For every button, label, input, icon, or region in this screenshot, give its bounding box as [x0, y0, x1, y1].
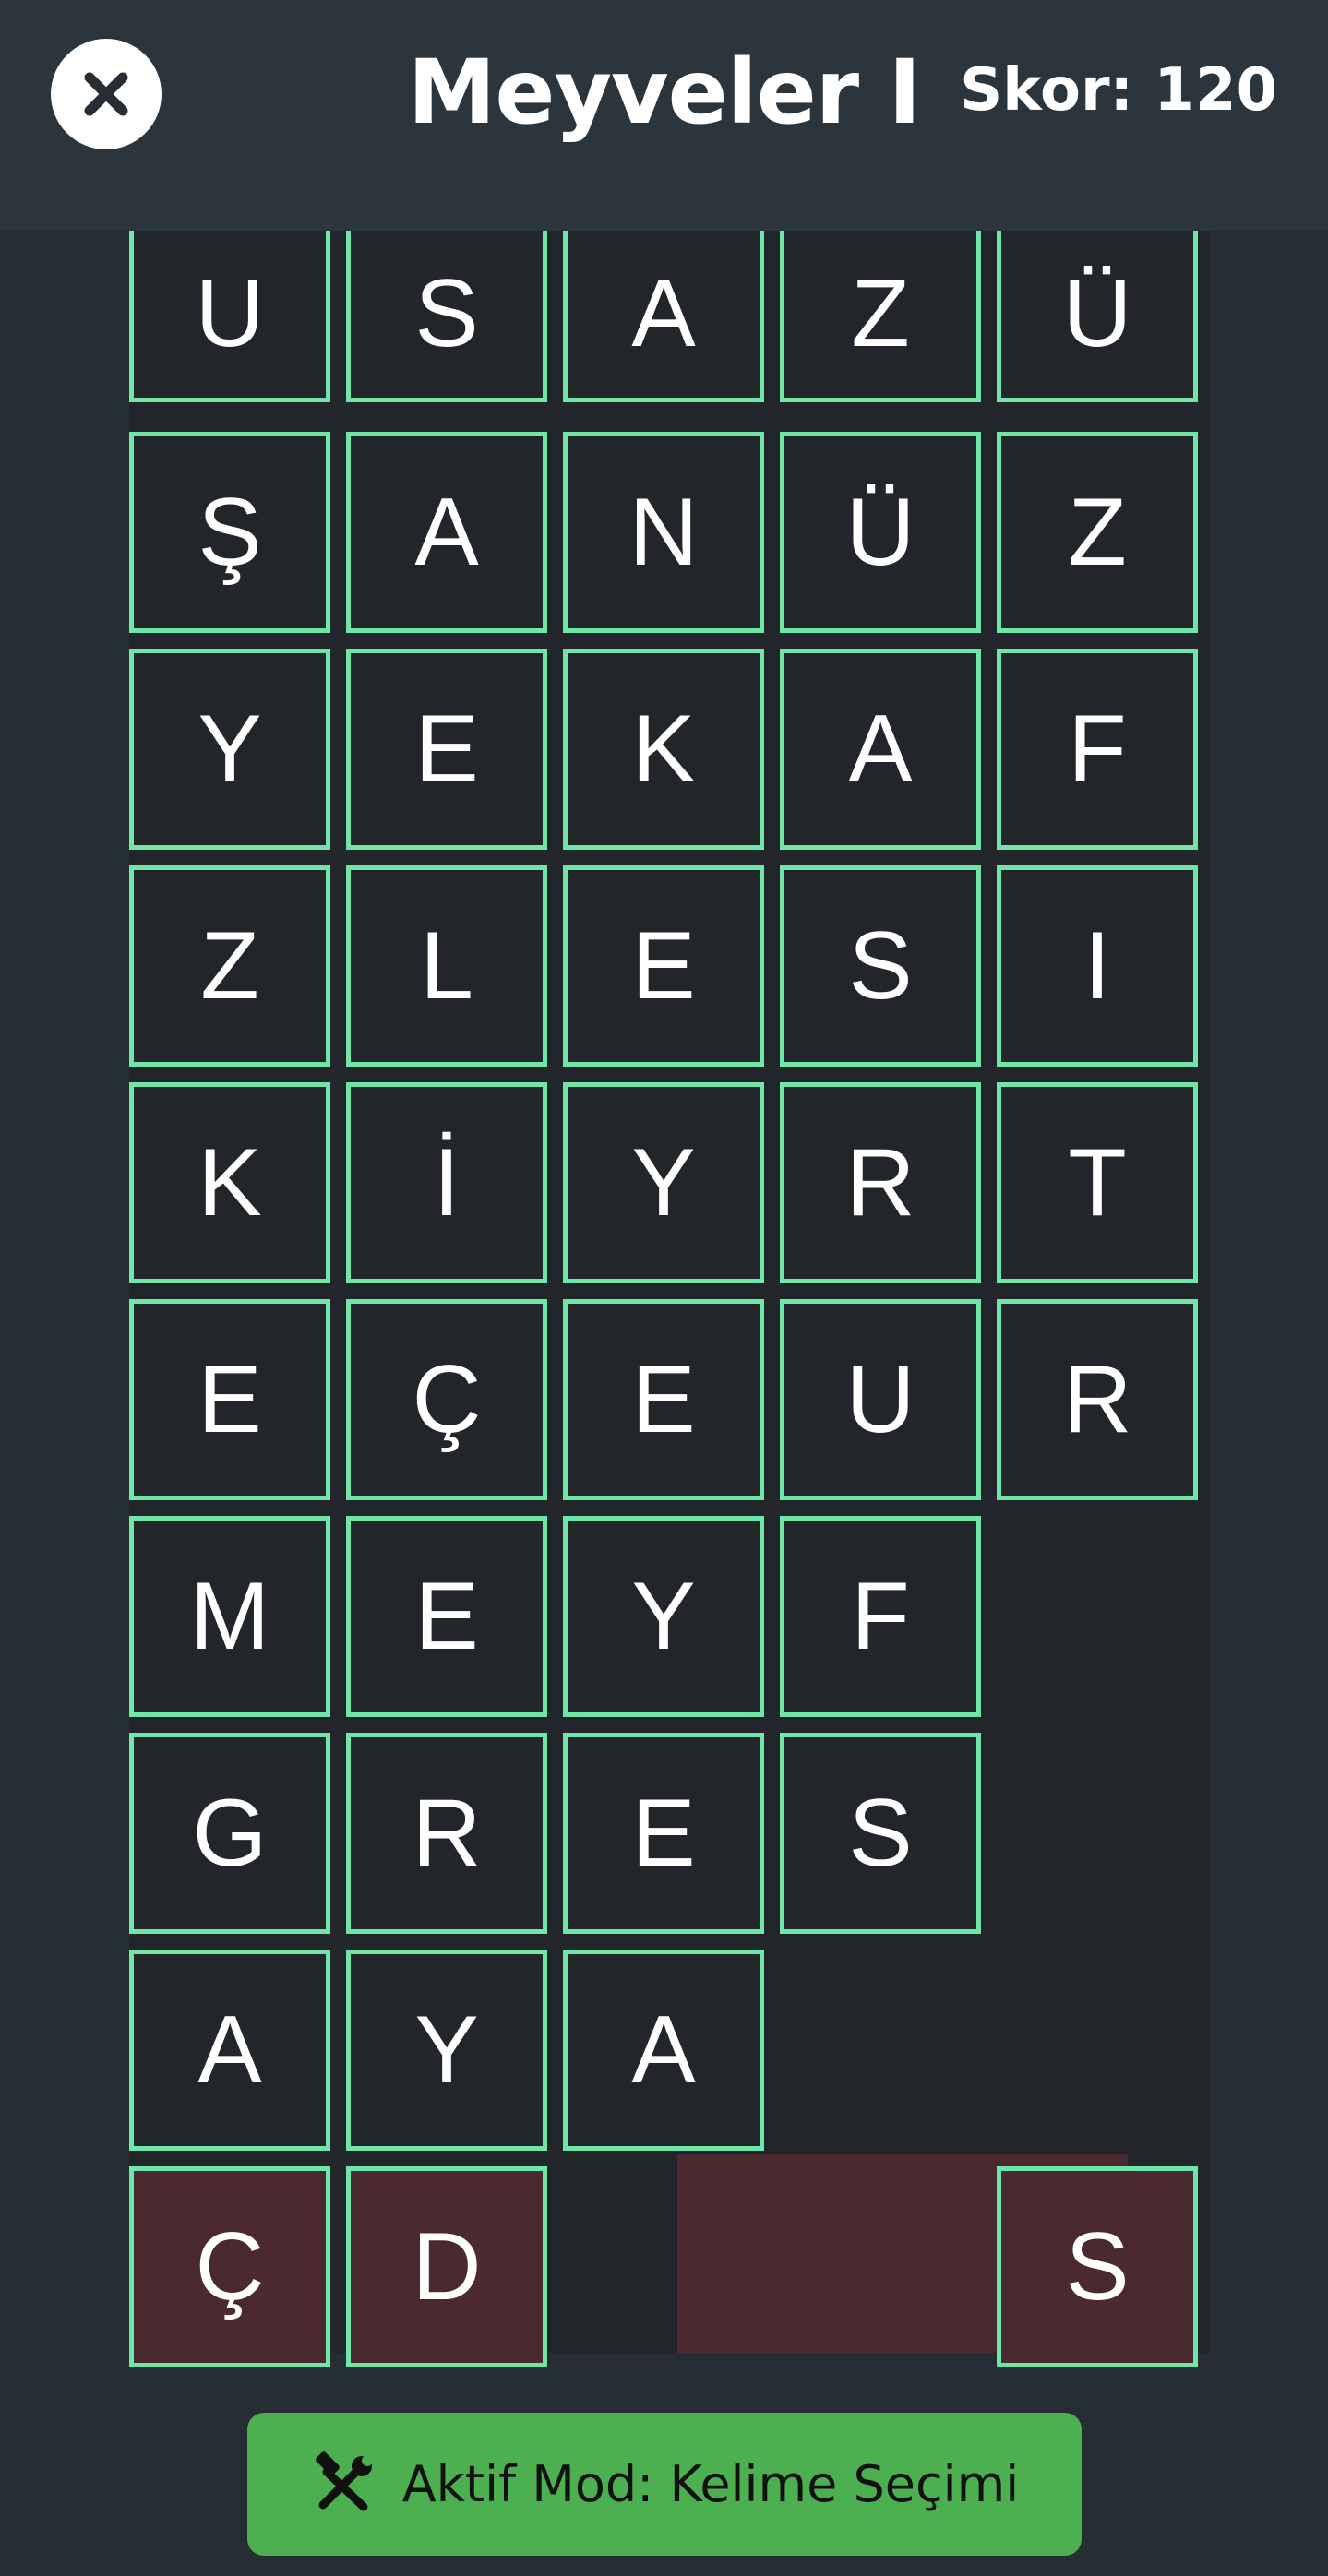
active-mode-button[interactable]: Aktif Mod: Kelime Seçimi: [247, 2413, 1082, 2556]
letter-tile[interactable]: Ç: [129, 2166, 330, 2367]
letter-tile[interactable]: U: [780, 1299, 981, 1500]
letter-tile[interactable]: A: [780, 649, 981, 850]
letter-tile[interactable]: E: [129, 1299, 330, 1500]
letter-tile[interactable]: Ü: [997, 231, 1198, 402]
letter-tile[interactable]: S: [780, 865, 981, 1067]
score-label: Skor: 120: [960, 56, 1277, 125]
letter-tile[interactable]: S: [780, 1733, 981, 1934]
letter-tile[interactable]: S: [997, 2166, 1198, 2367]
letter-tile[interactable]: Ç: [346, 1299, 547, 1500]
letter-tile[interactable]: Z: [780, 231, 981, 402]
letter-tile[interactable]: Y: [129, 649, 330, 850]
letter-tile[interactable]: N: [563, 432, 764, 633]
letter-tile[interactable]: Y: [563, 1516, 764, 1717]
letter-tile[interactable]: K: [129, 1082, 330, 1283]
letter-tile[interactable]: D: [346, 2166, 547, 2367]
letter-tile[interactable]: A: [346, 432, 547, 633]
letter-tile[interactable]: F: [780, 1516, 981, 1717]
letter-tile[interactable]: A: [563, 1950, 764, 2151]
letter-tile[interactable]: U: [129, 231, 330, 402]
letter-tile[interactable]: R: [346, 1733, 547, 1934]
letter-tile[interactable]: F: [997, 649, 1198, 850]
letter-tile[interactable]: Z: [129, 865, 330, 1067]
header-bar: Meyveler I Skor: 120: [0, 0, 1328, 231]
letter-tile[interactable]: İ: [346, 1082, 547, 1283]
letter-tile[interactable]: S: [346, 231, 547, 402]
letter-tile[interactable]: R: [997, 1299, 1198, 1500]
letter-tile[interactable]: R: [780, 1082, 981, 1283]
letter-tile[interactable]: E: [563, 1299, 764, 1500]
letter-tile[interactable]: E: [563, 1733, 764, 1934]
letter-tile[interactable]: E: [563, 865, 764, 1067]
letter-tile[interactable]: T: [997, 1082, 1198, 1283]
letter-tile[interactable]: I: [997, 865, 1198, 1067]
letter-tile[interactable]: Y: [563, 1082, 764, 1283]
letter-grid: USAZÜŞANÜZYEKAFZLESIKİYRTEÇEURMEYFGRESAY…: [129, 231, 1209, 2367]
active-mode-label: Aktif Mod: Kelime Seçimi: [401, 2455, 1020, 2513]
letter-tile[interactable]: Z: [997, 432, 1198, 633]
letter-tile[interactable]: A: [563, 231, 764, 402]
letter-tile[interactable]: E: [346, 1516, 547, 1717]
letter-tile[interactable]: Y: [346, 1950, 547, 2151]
letter-tile[interactable]: K: [563, 649, 764, 850]
letter-tile[interactable]: A: [129, 1950, 330, 2151]
letter-tile[interactable]: M: [129, 1516, 330, 1717]
tools-icon: [315, 2451, 373, 2510]
letter-tile[interactable]: Ü: [780, 432, 981, 633]
letter-tile[interactable]: L: [346, 865, 547, 1067]
letter-tile[interactable]: Ş: [129, 432, 330, 633]
letter-tile[interactable]: E: [346, 649, 547, 850]
letter-tile[interactable]: G: [129, 1733, 330, 1934]
